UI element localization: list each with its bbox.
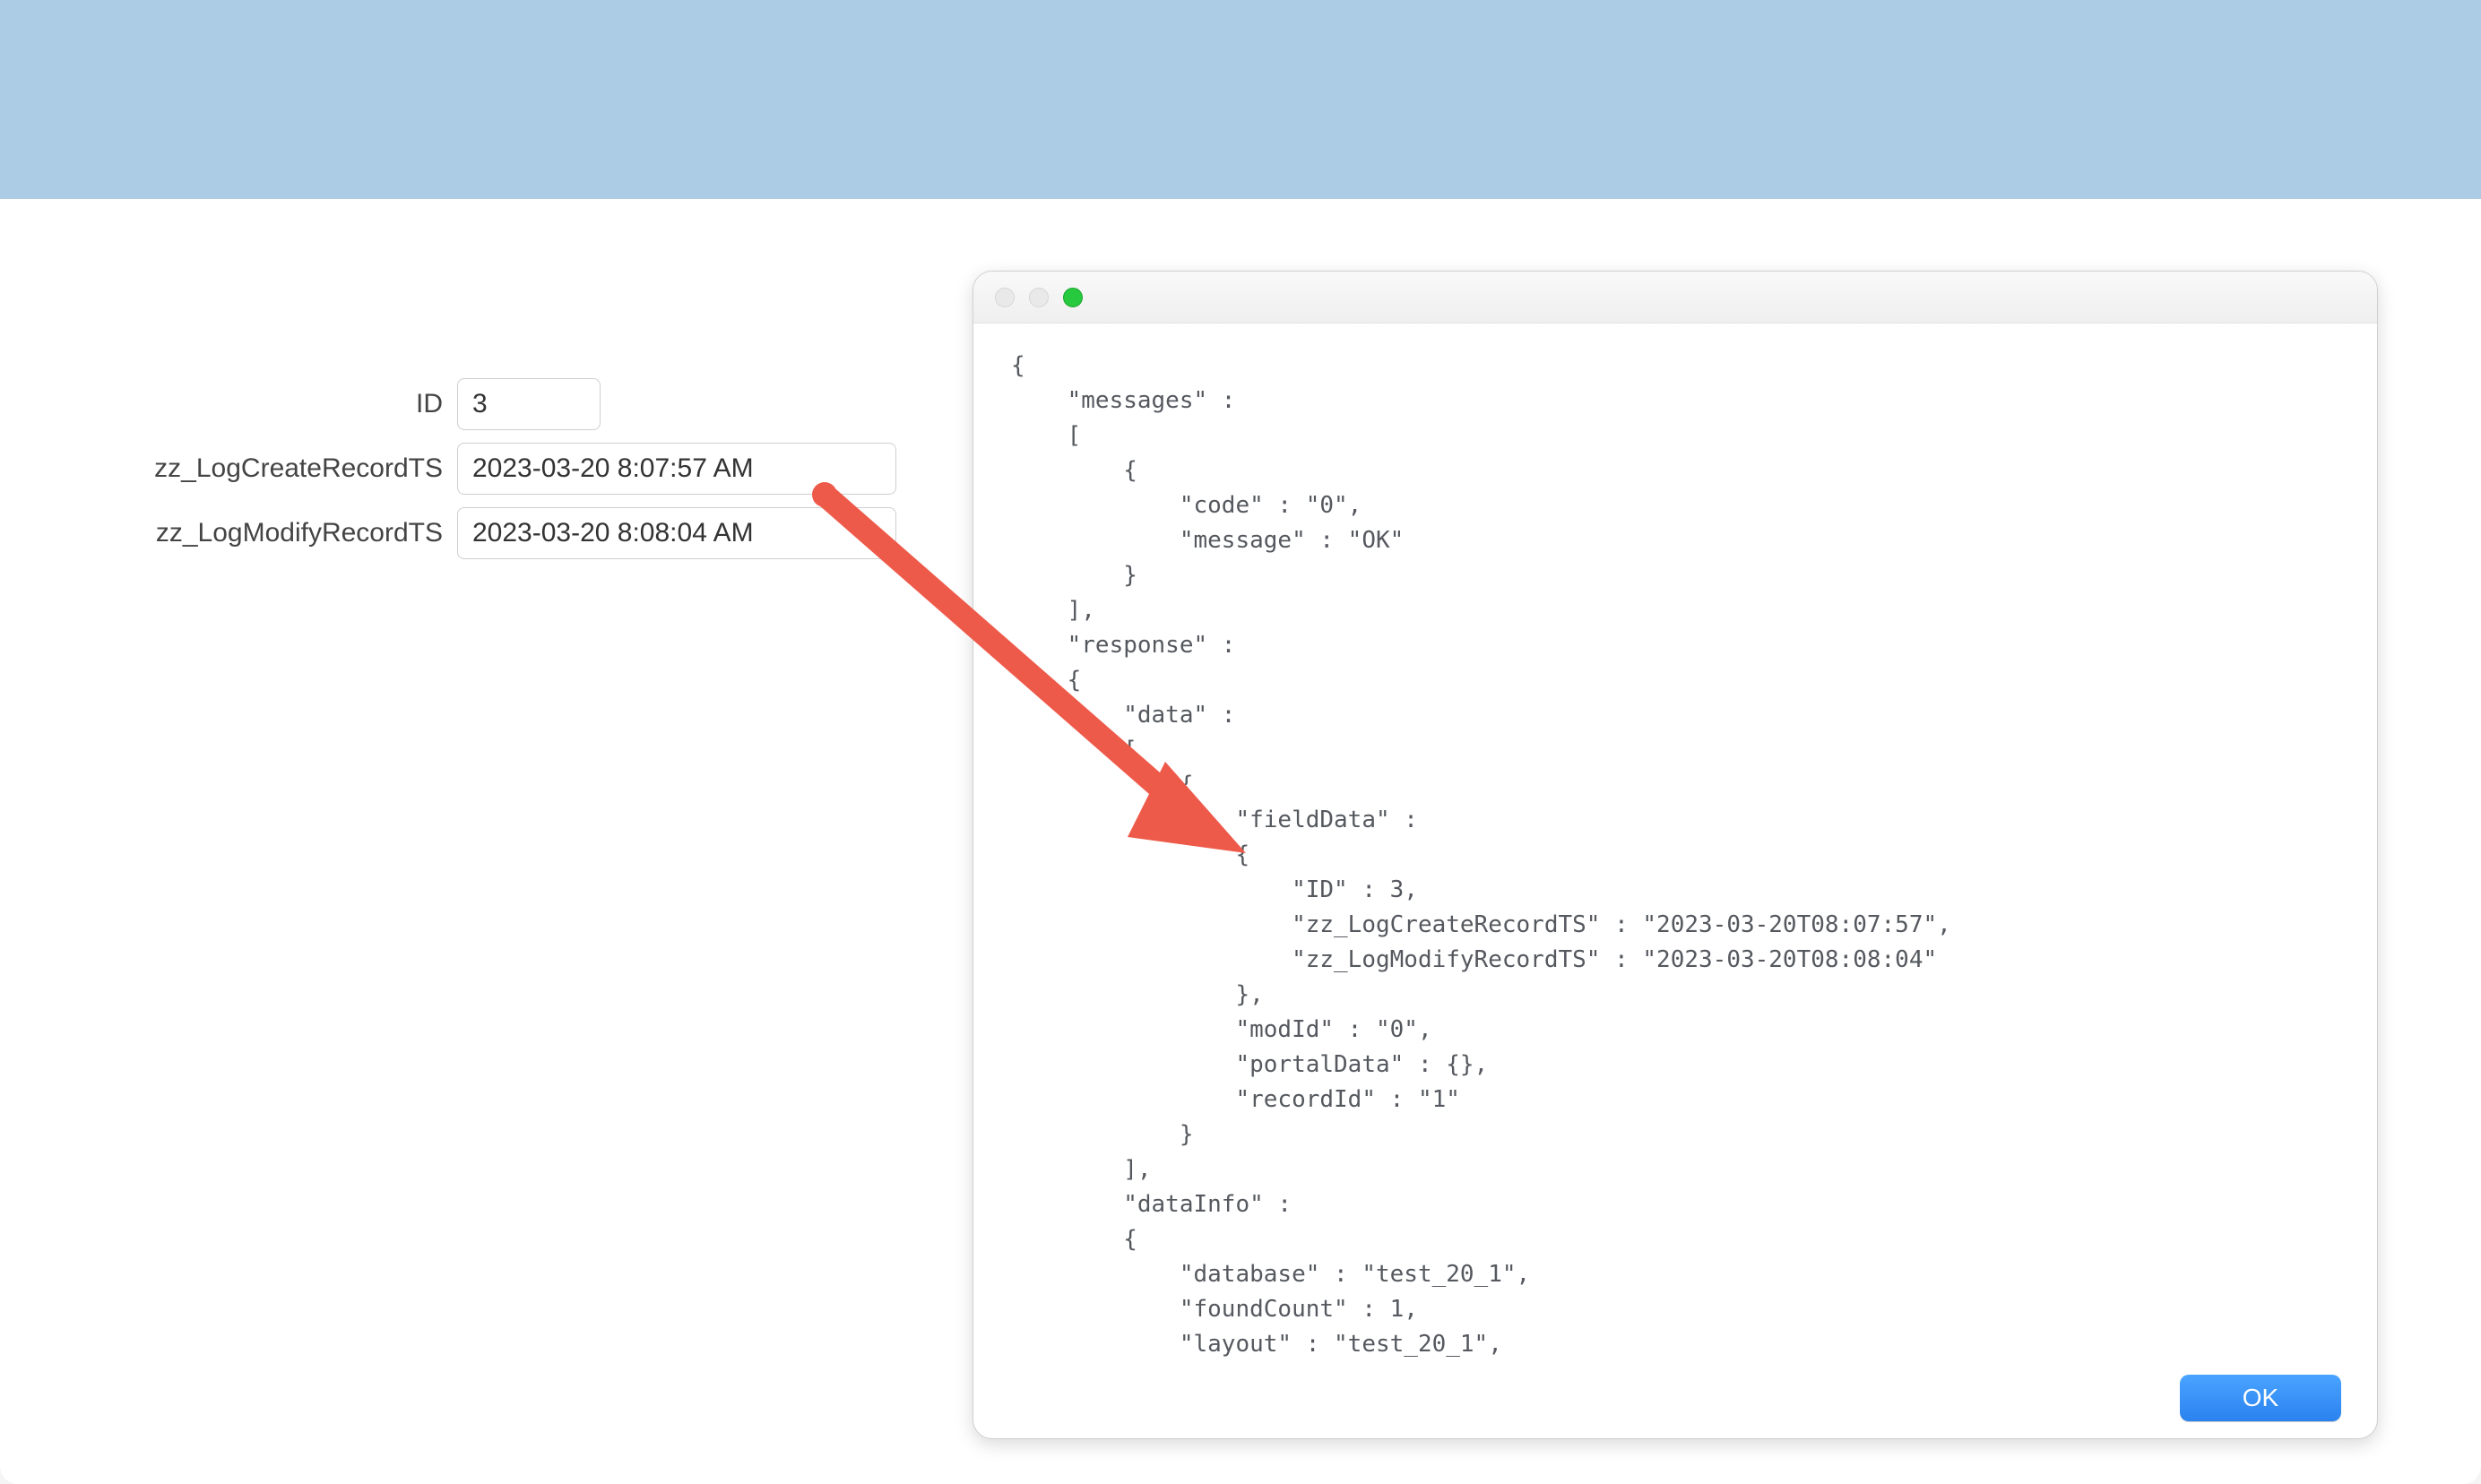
minimize-icon[interactable] [1029, 288, 1049, 307]
json-dialog: { "messages" : [ { "code" : "0", "messag… [973, 271, 2378, 1439]
main-card: ID zz_LogCreateRecordTS zz_LogModifyReco… [0, 199, 2481, 1484]
create-ts-field[interactable] [457, 443, 896, 495]
close-icon[interactable] [995, 288, 1015, 307]
dialog-titlebar[interactable] [973, 272, 2377, 324]
create-ts-label: zz_LogCreateRecordTS [90, 453, 457, 484]
modify-ts-label: zz_LogModifyRecordTS [90, 518, 457, 548]
field-row-id: ID [90, 378, 941, 430]
ok-button[interactable]: OK [2180, 1375, 2341, 1421]
modify-ts-field[interactable] [457, 507, 896, 559]
id-field[interactable] [457, 378, 601, 430]
zoom-icon[interactable] [1063, 288, 1083, 307]
dialog-footer: OK [973, 1358, 2377, 1438]
json-body[interactable]: { "messages" : [ { "code" : "0", "messag… [973, 324, 2377, 1358]
id-label: ID [90, 389, 457, 419]
field-row-create-ts: zz_LogCreateRecordTS [90, 443, 941, 495]
record-fields: ID zz_LogCreateRecordTS zz_LogModifyReco… [90, 378, 941, 572]
field-row-modify-ts: zz_LogModifyRecordTS [90, 507, 941, 559]
top-banner [0, 0, 2481, 199]
